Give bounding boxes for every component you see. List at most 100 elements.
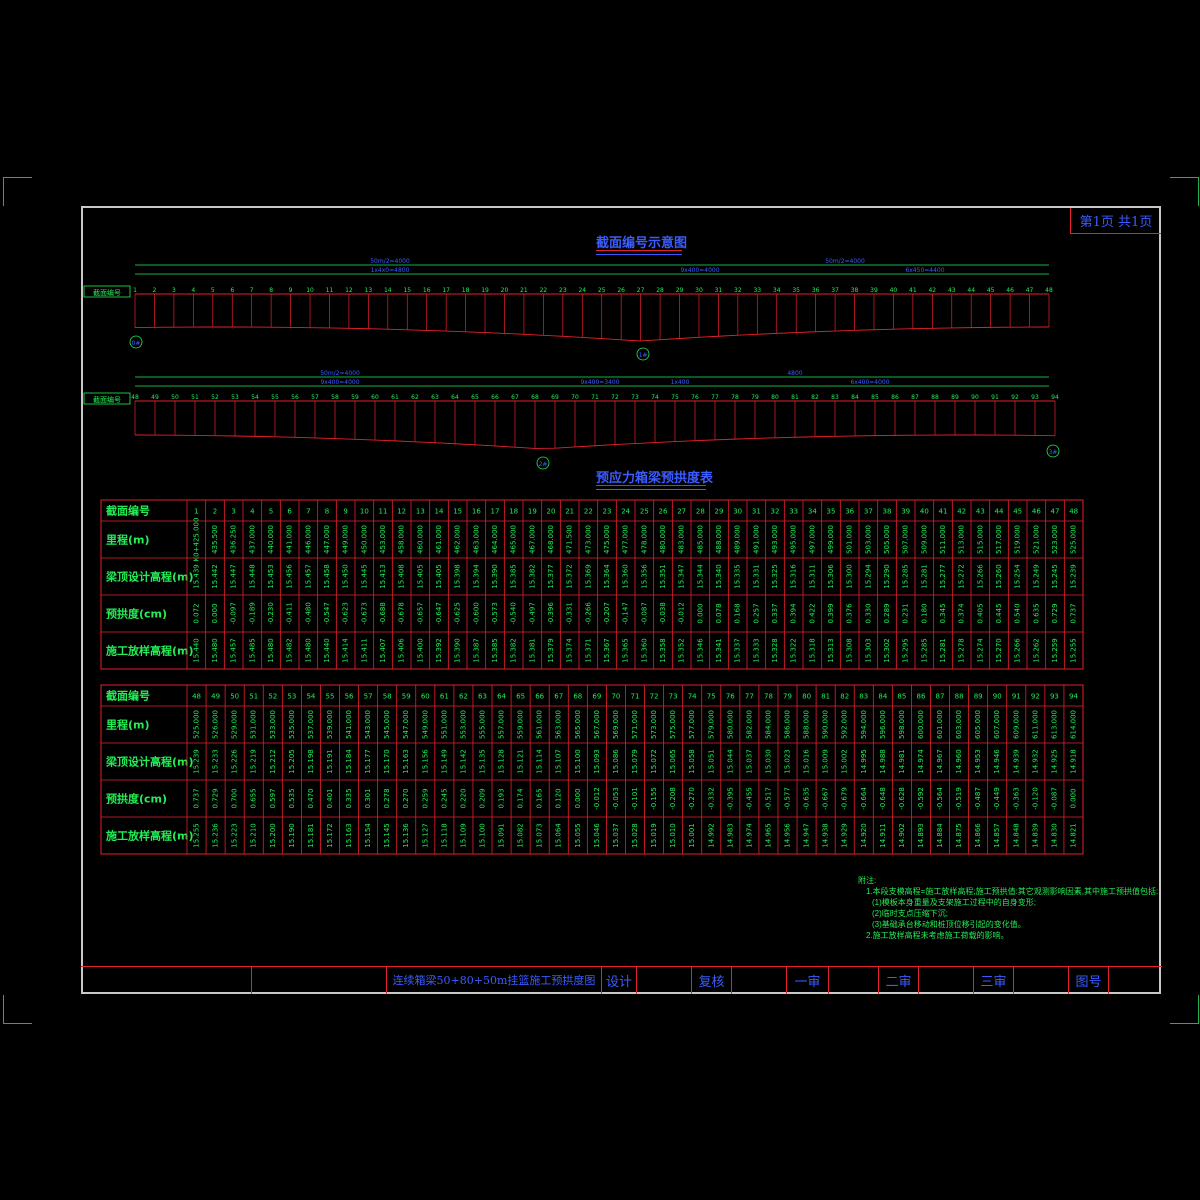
table2-value-cell: 0.470 bbox=[307, 788, 315, 808]
tb-first-review-value bbox=[828, 966, 878, 994]
tb-second-review-label: 二审 bbox=[878, 966, 918, 994]
table1-value-cell: 15.277 bbox=[939, 564, 947, 589]
table1-section-cell: 48 bbox=[1069, 508, 1078, 516]
table2-value-cell: 547.000 bbox=[402, 710, 410, 739]
table1-row-label: 里程(m) bbox=[106, 533, 150, 547]
table2-value-cell: 15.002 bbox=[841, 749, 849, 774]
table1-value-cell: -0.497 bbox=[528, 602, 536, 625]
table2-section-cell: 93 bbox=[1050, 693, 1059, 701]
table1-value-cell: 15.485 bbox=[248, 638, 256, 663]
table2-value-cell: -0.487 bbox=[974, 787, 982, 810]
table1-value-cell: 0.376 bbox=[846, 603, 854, 624]
corner-mark-bottom-right bbox=[1170, 995, 1199, 1024]
table2-value-cell: 0.700 bbox=[231, 788, 239, 808]
table2-value-cell: 14.965 bbox=[764, 823, 772, 848]
table1-value-cell: 15.346 bbox=[696, 638, 704, 663]
table2-value-cell: 15.028 bbox=[631, 823, 639, 848]
table2-value-cell: 15.170 bbox=[383, 749, 391, 774]
table2-value-cell: 15.190 bbox=[288, 823, 296, 848]
table1-value-cell: 15.328 bbox=[771, 638, 779, 663]
table2-value-cell: 15.055 bbox=[574, 823, 582, 848]
table2-value-cell: 15.191 bbox=[326, 749, 334, 774]
table2-value-cell: 541.000 bbox=[345, 710, 353, 739]
table1-value-cell: -0.547 bbox=[323, 602, 331, 625]
drawing-name: 连续箱梁50+80+50m挂篮施工预拱度图 bbox=[386, 966, 601, 994]
table1-section-cell: 15 bbox=[453, 508, 462, 516]
table2-value-cell: 14.929 bbox=[841, 823, 849, 848]
table2-value-cell: 14.918 bbox=[1069, 749, 1077, 774]
table1-section-cell: 19 bbox=[528, 508, 537, 516]
table1-value-cell: 15.390 bbox=[454, 638, 462, 663]
table2-section-cell: 71 bbox=[631, 693, 640, 701]
table1-value-cell: -0.097 bbox=[230, 602, 238, 625]
table2-value-cell: 15.149 bbox=[440, 749, 448, 774]
tb-drawing-no-value bbox=[1108, 966, 1162, 994]
table2-value-cell: 577.000 bbox=[688, 710, 696, 739]
table1-value-cell: -0.087 bbox=[640, 602, 648, 625]
table1-value-cell: 519.000 bbox=[1014, 525, 1022, 554]
table1-value-cell: 15.245 bbox=[1051, 564, 1059, 589]
table1-section-cell: 23 bbox=[603, 508, 612, 516]
table1-value-cell: 15.254 bbox=[1014, 564, 1022, 589]
table1-value-cell: 15.331 bbox=[752, 564, 760, 589]
table2-value-cell: 609.000 bbox=[1012, 710, 1020, 739]
table1-value-cell: 489.000 bbox=[734, 525, 742, 554]
table1-value-cell: 441.000 bbox=[286, 525, 294, 554]
table2-value-cell: 569.000 bbox=[612, 710, 620, 739]
table2-value-cell: 14.981 bbox=[898, 749, 906, 774]
tb-third-review-value bbox=[1013, 966, 1068, 994]
tb-second-review-value bbox=[918, 966, 973, 994]
table2-section-cell: 82 bbox=[840, 693, 849, 701]
table1-section-cell: 24 bbox=[621, 508, 630, 516]
table2-value-cell: 565.000 bbox=[574, 710, 582, 739]
table1-value-cell: 446.000 bbox=[304, 525, 312, 554]
table1-value-cell: 15.379 bbox=[547, 638, 555, 663]
table1-value-cell: 511.000 bbox=[939, 525, 947, 554]
table2-section-cell: 49 bbox=[211, 693, 220, 701]
table2-value-cell: -0.087 bbox=[1050, 787, 1058, 810]
table2-value-cell: -0.455 bbox=[745, 787, 753, 810]
table1-value-cell: -0.396 bbox=[547, 602, 555, 625]
table1-section-cell: 2 bbox=[213, 508, 217, 516]
table1-value-cell: 0.000 bbox=[696, 603, 704, 623]
table2-value-cell: 559.000 bbox=[517, 710, 525, 739]
table2-value-cell: 14.830 bbox=[1050, 823, 1058, 848]
table2-section-cell: 62 bbox=[459, 693, 468, 701]
table1-value-cell: 15.440 bbox=[192, 638, 200, 663]
table2-value-cell: 15.181 bbox=[307, 823, 315, 848]
table2-value-cell: 15.223 bbox=[231, 823, 239, 848]
table1-value-cell: 0.422 bbox=[808, 603, 816, 623]
table2-row-label: 里程(m) bbox=[106, 718, 150, 732]
table1-value-cell: 15.352 bbox=[678, 638, 686, 663]
table1-value-cell: 15.385 bbox=[491, 638, 499, 663]
table2-value-cell: 0.270 bbox=[402, 788, 410, 808]
table1-value-cell: 453.000 bbox=[379, 525, 387, 554]
table1-section-cell: 32 bbox=[771, 508, 780, 516]
table1-value-cell: -0.673 bbox=[360, 602, 368, 625]
table2-section-cell: 68 bbox=[573, 693, 582, 701]
table1-value-cell: 15.458 bbox=[323, 564, 331, 589]
table2-value-cell: 14.911 bbox=[879, 823, 887, 848]
table1-value-cell: 0.540 bbox=[1014, 603, 1022, 623]
table1-section-cell: 33 bbox=[789, 508, 798, 516]
table2-section-cell: 61 bbox=[440, 693, 449, 701]
table1-value-cell: 517.000 bbox=[995, 525, 1003, 554]
table1-value-cell: -0.678 bbox=[398, 602, 406, 625]
table2-value-cell: 0.220 bbox=[459, 788, 467, 808]
table1-section-cell: 7 bbox=[306, 508, 310, 516]
table2-value-cell: 0.597 bbox=[269, 788, 277, 808]
table1-value-cell: 15.351 bbox=[659, 564, 667, 589]
table2-value-cell: 0.278 bbox=[383, 788, 391, 808]
table1-value-cell: -0.189 bbox=[248, 602, 256, 625]
table1-value-cell: 15.344 bbox=[696, 564, 704, 589]
table1-section-cell: 29 bbox=[715, 508, 724, 516]
table2-section-cell: 51 bbox=[249, 693, 258, 701]
table1-value-cell: 0.000 bbox=[211, 603, 219, 623]
table1-value-cell: 499.000 bbox=[827, 525, 835, 554]
table1-section-cell: 43 bbox=[976, 508, 985, 516]
table2-value-cell: 15.200 bbox=[269, 823, 277, 848]
table1-value-cell: 465.000 bbox=[510, 525, 518, 554]
table2-value-cell: 14.974 bbox=[917, 749, 925, 774]
table1-value-cell: 15.413 bbox=[379, 564, 387, 589]
table2-value-cell: 598.000 bbox=[898, 710, 906, 739]
